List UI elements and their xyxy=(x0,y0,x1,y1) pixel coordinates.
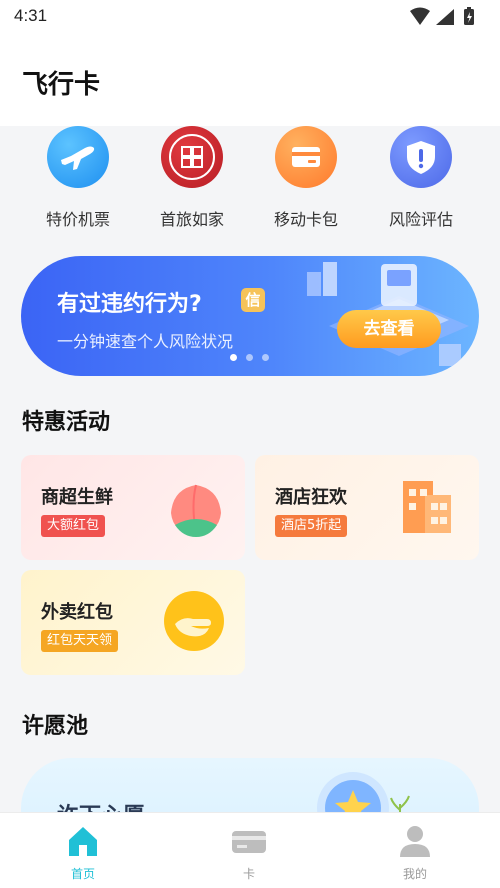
quick-link-wallet[interactable]: 移动卡包 xyxy=(251,126,361,236)
pagination-dot[interactable] xyxy=(230,354,237,361)
tab-label: 我的 xyxy=(402,867,427,881)
special-card-hotel[interactable]: 酒店狂欢 酒店5折起 xyxy=(255,455,479,560)
quick-link-hotel[interactable]: 首旅如家 xyxy=(137,126,247,236)
special-card-grocery[interactable]: 商超生鲜 大额红包 xyxy=(21,455,245,560)
status-time: 4:31 xyxy=(14,6,48,25)
banner-pagination xyxy=(209,354,269,362)
peach-icon xyxy=(171,484,221,537)
credit-badge: 信 xyxy=(241,288,265,312)
app-header: 飞行卡 xyxy=(0,34,500,126)
tab-home[interactable]: 首页 xyxy=(0,813,166,888)
view-button[interactable]: 去查看 xyxy=(337,310,441,348)
quick-link-label: 移动卡包 xyxy=(273,210,338,229)
card-tag: 酒店5折起 xyxy=(275,515,348,537)
card-wallet-icon xyxy=(275,126,337,188)
card-icon xyxy=(232,831,266,853)
pagination-dot[interactable] xyxy=(246,354,253,361)
quick-link-label: 首旅如家 xyxy=(159,210,224,229)
special-card-delivery[interactable]: 外卖红包 红包天天领 xyxy=(21,570,245,675)
quick-links: 特价机票 首旅如家 移动卡包 风险评估 xyxy=(0,126,500,236)
pagination-dot[interactable] xyxy=(262,354,269,361)
card-title: 商超生鲜 xyxy=(41,487,113,508)
wifi-icon xyxy=(410,7,430,25)
airplane-icon xyxy=(47,126,109,188)
tab-label: 卡 xyxy=(242,867,255,881)
status-icons xyxy=(410,7,474,25)
hotel-seal-icon xyxy=(161,126,223,188)
specials-section-title: 特惠活动 xyxy=(22,410,111,435)
tab-profile[interactable]: 我的 xyxy=(332,813,498,888)
signal-icon xyxy=(436,9,454,25)
status-bar: 4:31 xyxy=(0,0,500,34)
building-icon xyxy=(403,481,451,533)
quick-link-label: 风险评估 xyxy=(388,210,453,229)
shield-alert-icon xyxy=(390,126,452,188)
battery-icon xyxy=(464,7,474,25)
bottom-tab-bar: 首页 卡 我的 xyxy=(0,812,500,888)
card-tag: 红包天天领 xyxy=(41,630,119,652)
quick-link-flights[interactable]: 特价机票 xyxy=(23,126,133,236)
banner-title: 有过违约行为? xyxy=(57,292,202,317)
card-title: 酒店狂欢 xyxy=(275,487,347,508)
home-icon xyxy=(69,827,97,856)
delivery-hand-icon xyxy=(164,591,224,651)
tab-label: 首页 xyxy=(70,867,95,881)
quick-link-label: 特价机票 xyxy=(45,210,110,229)
page-title: 飞行卡 xyxy=(22,70,101,100)
card-tag: 大额红包 xyxy=(41,515,106,537)
tab-card[interactable]: 卡 xyxy=(166,813,332,888)
banner-subtitle: 一分钟速查个人风险状况 xyxy=(57,332,234,351)
card-title: 外卖红包 xyxy=(41,602,113,623)
quick-link-risk[interactable]: 风险评估 xyxy=(366,126,476,236)
wish-section-title: 许愿池 xyxy=(22,714,89,739)
user-icon xyxy=(400,826,430,857)
